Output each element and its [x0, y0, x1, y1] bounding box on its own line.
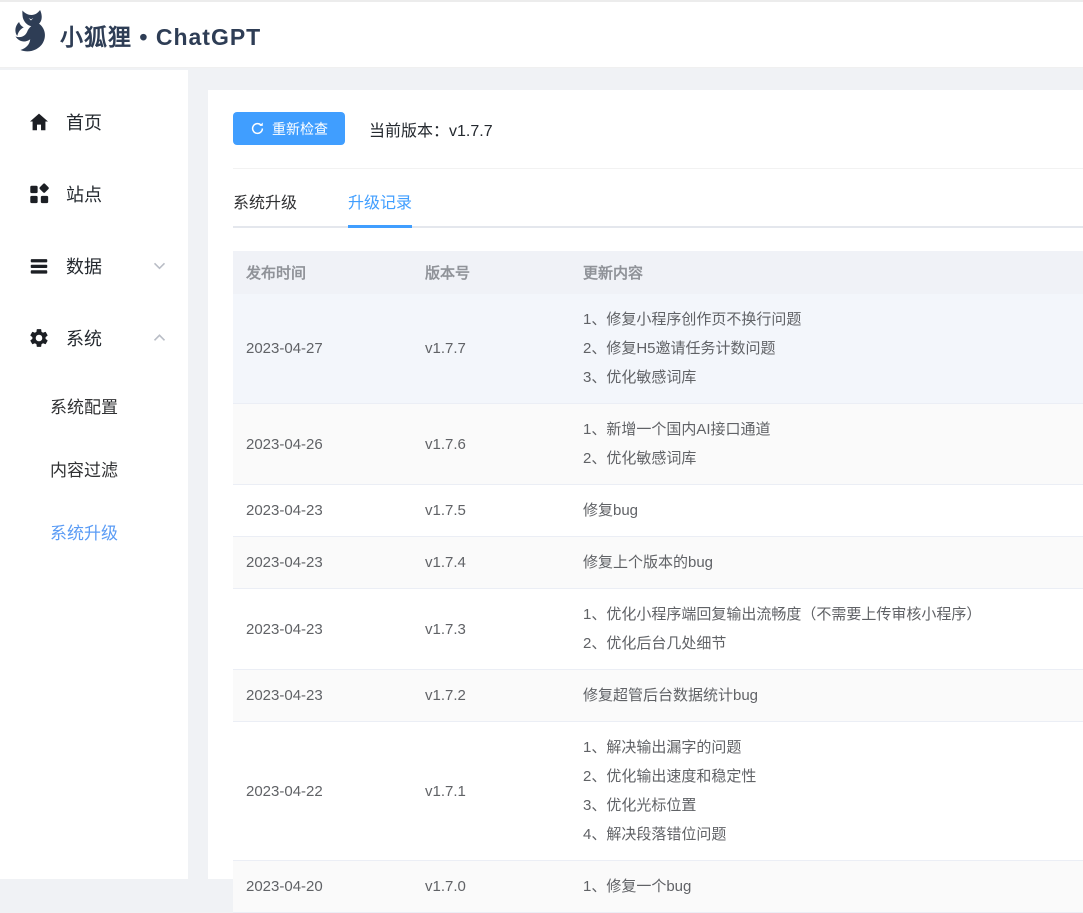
current-version: 当前版本：v1.7.7: [369, 117, 493, 141]
gear-icon: [28, 327, 50, 349]
update-content-cell: 1、解决输出漏字的问题2、优化输出速度和稳定性3、优化光标位置4、解决段落错位问…: [583, 722, 1083, 860]
sidebar-subitem-content-filter[interactable]: 内容过滤: [0, 437, 188, 500]
update-content-line: 1、优化小程序端回复输出流畅度（不需要上传审核小程序）: [583, 600, 1083, 629]
tab-system-upgrade[interactable]: 系统升级: [233, 178, 297, 226]
update-content-cell: 1、优化小程序端回复输出流畅度（不需要上传审核小程序）2、优化后台几处细节: [583, 589, 1083, 669]
recheck-button-label: 重新检查: [272, 119, 328, 139]
current-version-label: 当前版本：: [369, 123, 449, 140]
current-version-value: v1.7.7: [449, 123, 493, 140]
version-cell: v1.7.2: [423, 687, 583, 704]
column-header-release-time: 发布时间: [233, 262, 423, 283]
release-date-cell: 2023-04-26: [233, 436, 423, 453]
update-content-line: 1、修复小程序创作页不换行问题: [583, 305, 1083, 334]
update-content-line: 2、修复H5邀请任务计数问题: [583, 334, 1083, 363]
version-cell: v1.7.6: [423, 436, 583, 453]
sidebar-item-label: 系统: [66, 325, 102, 351]
sidebar-item-label: 首页: [66, 109, 102, 135]
update-content-line: 修复上个版本的bug: [583, 548, 1083, 577]
sidebar: 首页 站点 数据 系统 系统配置 内容过滤: [0, 70, 188, 879]
update-content-cell: 1、修复一个bug: [583, 861, 1083, 912]
table-row: 2023-04-26 v1.7.6 1、新增一个国内AI接口通道2、优化敏感词库: [233, 404, 1083, 485]
tab-bar: 系统升级 升级记录: [233, 178, 1083, 228]
version-cell: v1.7.5: [423, 502, 583, 519]
release-date-cell: 2023-04-23: [233, 502, 423, 519]
table-row: 2023-04-22 v1.7.1 1、解决输出漏字的问题2、优化输出速度和稳定…: [233, 722, 1083, 861]
toolbar-divider: [233, 168, 1083, 169]
release-date-cell: 2023-04-27: [233, 340, 423, 357]
top-bar: 小狐狸 • ChatGPT: [0, 0, 1083, 68]
table-row: 2023-04-23 v1.7.2 修复超管后台数据统计bug: [233, 670, 1083, 722]
main-area: 重新检查 当前版本：v1.7.7 系统升级 升级记录 发布时间 版本号 更新内容…: [188, 70, 1083, 879]
column-header-update-content: 更新内容: [583, 262, 1083, 283]
release-date-cell: 2023-04-22: [233, 783, 423, 800]
table-row: 2023-04-23 v1.7.5 修复bug: [233, 485, 1083, 537]
update-content-cell: 修复bug: [583, 485, 1083, 536]
refresh-icon: [250, 121, 265, 136]
update-content-line: 2、优化输出速度和稳定性: [583, 762, 1083, 791]
sidebar-subitem-label: 内容过滤: [50, 456, 118, 481]
version-cell: v1.7.3: [423, 621, 583, 638]
sidebar-subitem-label: 系统升级: [50, 519, 118, 544]
app-logo[interactable]: 小狐狸 • ChatGPT: [10, 9, 261, 60]
content-card: 重新检查 当前版本：v1.7.7 系统升级 升级记录 发布时间 版本号 更新内容…: [208, 90, 1083, 879]
version-cell: v1.7.7: [423, 340, 583, 357]
column-header-version: 版本号: [423, 262, 583, 283]
sidebar-item-sites[interactable]: 站点: [0, 158, 188, 230]
update-content-line: 3、优化光标位置: [583, 791, 1083, 820]
sidebar-item-label: 站点: [66, 181, 102, 207]
sidebar-item-system[interactable]: 系统: [0, 302, 188, 374]
update-content-cell: 修复超管后台数据统计bug: [583, 670, 1083, 721]
toolbar: 重新检查 当前版本：v1.7.7: [233, 112, 1083, 145]
table-row: 2023-04-23 v1.7.3 1、优化小程序端回复输出流畅度（不需要上传审…: [233, 589, 1083, 670]
recheck-button[interactable]: 重新检查: [233, 112, 345, 145]
update-content-line: 修复bug: [583, 496, 1083, 525]
table-header-row: 发布时间 版本号 更新内容: [233, 251, 1083, 294]
sidebar-subitem-label: 系统配置: [50, 393, 118, 418]
fox-logo-icon: [10, 9, 52, 60]
release-date-cell: 2023-04-20: [233, 878, 423, 895]
version-cell: v1.7.1: [423, 783, 583, 800]
table-body: 2023-04-27 v1.7.7 1、修复小程序创作页不换行问题2、修复H5邀…: [233, 294, 1083, 913]
update-content-line: 修复超管后台数据统计bug: [583, 681, 1083, 710]
tab-upgrade-records[interactable]: 升级记录: [348, 178, 412, 226]
sidebar-subitem-system-upgrade[interactable]: 系统升级: [0, 500, 188, 563]
update-content-line: 1、修复一个bug: [583, 872, 1083, 901]
update-content-line: 4、解决段落错位问题: [583, 820, 1083, 849]
grid-icon: [28, 183, 50, 205]
table-row: 2023-04-23 v1.7.4 修复上个版本的bug: [233, 537, 1083, 589]
home-icon: [28, 111, 50, 133]
update-content-cell: 修复上个版本的bug: [583, 537, 1083, 588]
sidebar-item-data[interactable]: 数据: [0, 230, 188, 302]
sidebar-item-home[interactable]: 首页: [0, 86, 188, 158]
update-content-line: 2、优化敏感词库: [583, 444, 1083, 473]
update-content-line: 1、解决输出漏字的问题: [583, 733, 1083, 762]
update-content-line: 3、优化敏感词库: [583, 363, 1083, 392]
table-row: 2023-04-27 v1.7.7 1、修复小程序创作页不换行问题2、修复H5邀…: [233, 294, 1083, 404]
release-date-cell: 2023-04-23: [233, 621, 423, 638]
chevron-up-icon: [153, 334, 166, 343]
update-content-line: 2、优化后台几处细节: [583, 629, 1083, 658]
chevron-down-icon: [153, 262, 166, 271]
update-content-cell: 1、新增一个国内AI接口通道2、优化敏感词库: [583, 404, 1083, 484]
table-row: 2023-04-20 v1.7.0 1、修复一个bug: [233, 861, 1083, 913]
release-date-cell: 2023-04-23: [233, 554, 423, 571]
version-cell: v1.7.0: [423, 878, 583, 895]
list-icon: [28, 255, 50, 277]
release-date-cell: 2023-04-23: [233, 687, 423, 704]
upgrade-records-table: 发布时间 版本号 更新内容 2023-04-27 v1.7.7 1、修复小程序创…: [233, 251, 1083, 913]
version-cell: v1.7.4: [423, 554, 583, 571]
sidebar-item-label: 数据: [66, 253, 102, 279]
update-content-cell: 1、修复小程序创作页不换行问题2、修复H5邀请任务计数问题3、优化敏感词库: [583, 294, 1083, 403]
update-content-line: 1、新增一个国内AI接口通道: [583, 415, 1083, 444]
sidebar-subitem-system-config[interactable]: 系统配置: [0, 374, 188, 437]
app-title: 小狐狸 • ChatGPT: [60, 18, 261, 52]
